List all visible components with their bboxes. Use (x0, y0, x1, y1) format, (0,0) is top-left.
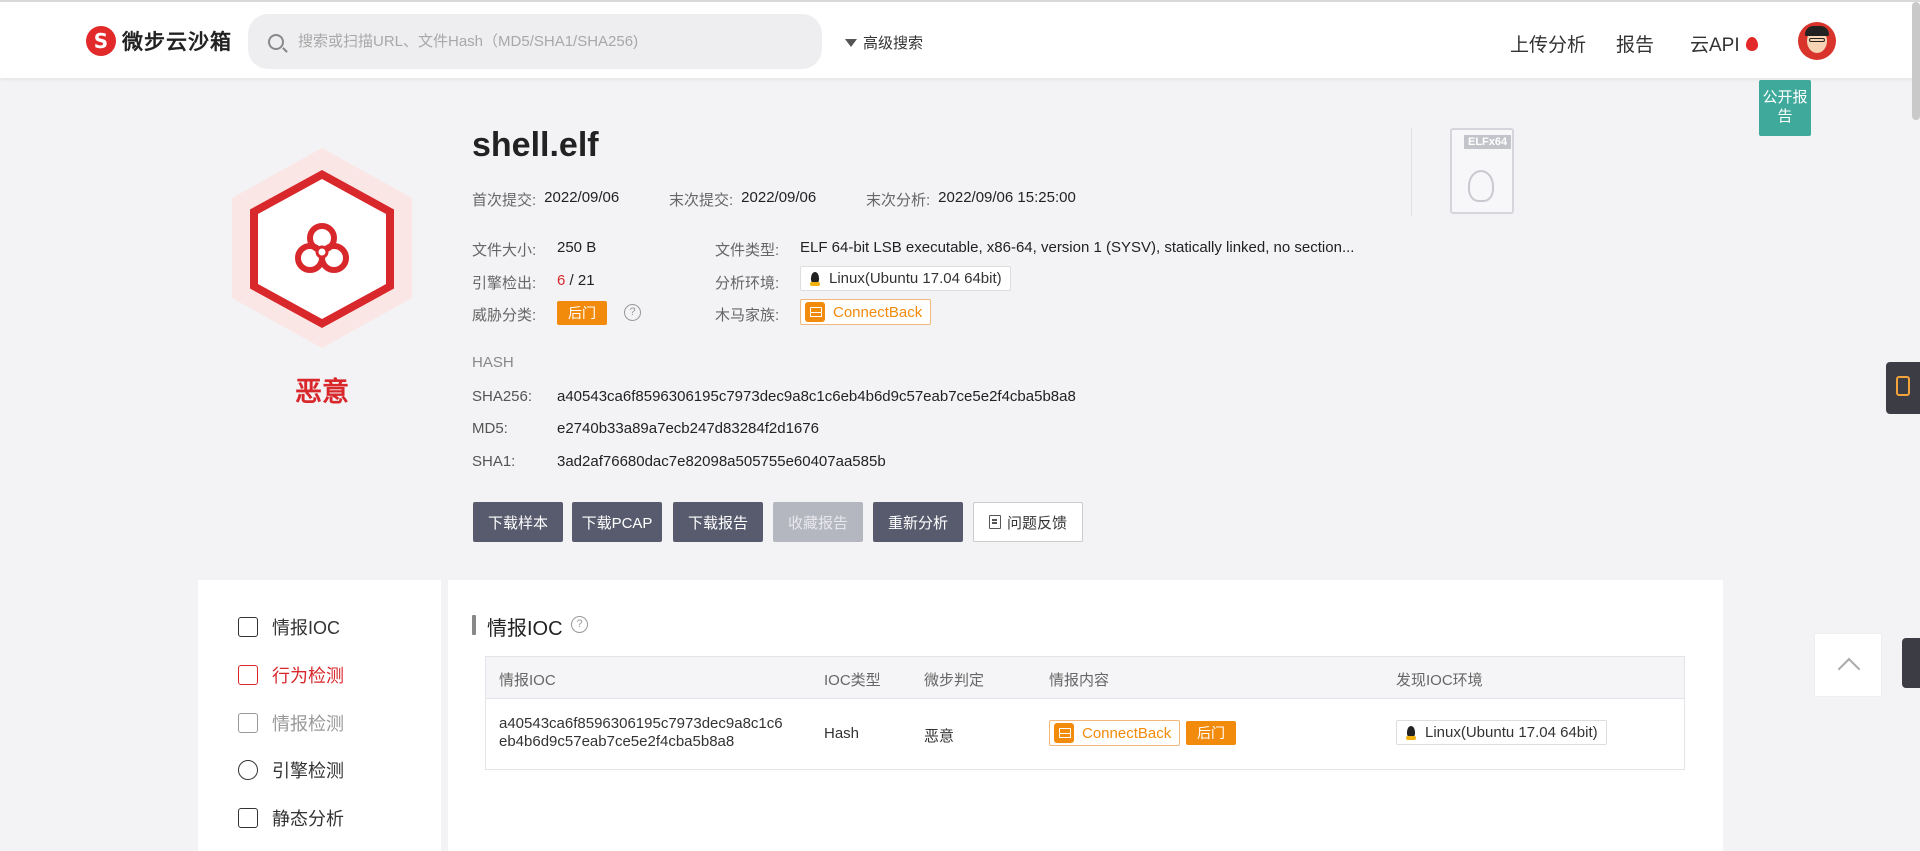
download-report-button[interactable]: 下载报告 (673, 502, 763, 542)
hash-heading: HASH (472, 354, 514, 371)
ioc-env-tag: Linux(Ubuntu 17.04 64bit) (1396, 720, 1607, 745)
help-icon[interactable]: ? (624, 304, 641, 321)
section-title: 情报IOC (487, 618, 563, 640)
sidebar-item-behavior[interactable]: 行为检测 (238, 662, 344, 688)
reanalyze-button[interactable]: 重新分析 (873, 502, 963, 542)
analysis-env-tag: Linux(Ubuntu 17.04 64bit) (800, 266, 1011, 291)
sha1-value: 3ad2af76680dac7e82098a505755e60407aa585b (557, 453, 886, 470)
ioc-value[interactable]: a40543ca6f8596306195c7973dec9a8c1c6 eb4b… (499, 715, 783, 751)
verdict-label: 恶意 (295, 377, 349, 407)
linux-icon (809, 271, 821, 286)
engine-detect-label: 引擎检出: (472, 275, 537, 292)
logo[interactable]: S 微步云沙箱 (86, 26, 232, 56)
ioc-verdict: 恶意 (924, 728, 955, 745)
file-size-label: 文件大小: (472, 242, 537, 259)
ioc-table: 情报IOC IOC类型 微步判定 情报内容 发现IOC环境 a40543ca6f… (485, 656, 1685, 770)
sha256-value: a40543ca6f8596306195c7973dec9a8c1c6eb4b6… (557, 388, 1076, 405)
file-name: shell.elf (472, 126, 599, 164)
last-analysis: 末次分析: 2022/09/06 15:25:00 (866, 189, 1076, 209)
nav-upload-analysis[interactable]: 上传分析 (1510, 30, 1586, 57)
ioc-type: Hash (824, 725, 860, 742)
help-icon[interactable]: ? (571, 616, 588, 633)
edit-icon (238, 617, 258, 637)
trojan-family-label: 木马家族: (715, 307, 780, 324)
public-report-badge[interactable]: 公开报告 (1759, 80, 1811, 136)
sha256-label: SHA256: (472, 388, 533, 405)
sidebar-item-intel-ioc[interactable]: 情报IOC (238, 614, 340, 640)
table-header: 情报IOC IOC类型 微步判定 情报内容 发现IOC环境 (486, 657, 1684, 699)
column-header: 微步判定 (924, 672, 985, 689)
feedback-button[interactable]: 问题反馈 (973, 502, 1083, 542)
page-scrollbar[interactable] (1912, 2, 1920, 120)
top-navbar: S 微步云沙箱 高级搜索 上传分析 报告 云API (0, 0, 1920, 78)
hot-icon (1745, 36, 1758, 51)
nav-cloud-api-label: 云API (1690, 35, 1740, 56)
document-icon (988, 515, 1001, 529)
logo-text: 微步云沙箱 (122, 31, 232, 54)
elf-file-icon: ELFx64 (1450, 128, 1514, 214)
back-to-top-button[interactable] (1814, 633, 1882, 697)
ioc-family-tag[interactable]: ConnectBack (1049, 720, 1181, 746)
ioc-threat-tag: 后门 (1186, 721, 1236, 745)
column-header: 情报内容 (1049, 672, 1110, 689)
logo-icon: S (86, 26, 116, 56)
column-header: 情报IOC (499, 672, 556, 689)
sidebar-item-intel-detect[interactable]: 情报检测 (238, 710, 344, 736)
table-row: a40543ca6f8596306195c7973dec9a8c1c6 eb4b… (486, 699, 1684, 769)
file-type-label: 文件类型: (715, 242, 780, 259)
linux-icon (1468, 170, 1494, 202)
question-circle-icon (238, 760, 258, 780)
file-size-value: 250 B (557, 239, 597, 256)
md5-value: e2740b33a89a7ecb247d83284f2d1676 (557, 420, 819, 437)
search-box[interactable] (248, 14, 822, 69)
floating-side-widget[interactable] (1902, 638, 1920, 688)
floating-tool-button[interactable] (1886, 362, 1920, 414)
list-icon (238, 808, 258, 828)
column-header: IOC类型 (824, 672, 881, 689)
nav-report[interactable]: 报告 (1616, 30, 1654, 57)
trojan-family-tag[interactable]: ConnectBack (800, 299, 932, 325)
advanced-search-label: 高级搜索 (863, 35, 924, 52)
last-submit: 末次提交: 2022/09/06 (669, 189, 817, 209)
engine-detect-value: 6 / 21 (557, 272, 595, 289)
threat-class-label: 威胁分类: (472, 307, 537, 324)
layers-icon (1054, 723, 1074, 743)
sidebar-item-engine[interactable]: 引擎检测 (238, 757, 344, 783)
threat-hexagon (232, 148, 412, 348)
file-type-value: ELF 64-bit LSB executable, x86-64, versi… (800, 239, 1355, 256)
filter-icon (845, 38, 857, 47)
search-input[interactable] (298, 33, 798, 50)
biohazard-icon (295, 223, 349, 273)
md5-label: MD5: (472, 420, 508, 437)
divider (1411, 128, 1412, 216)
download-sample-button[interactable]: 下载样本 (473, 502, 563, 542)
chart-icon (238, 665, 258, 685)
layout-icon (238, 713, 258, 733)
nav-cloud-api[interactable]: 云API (1690, 30, 1758, 57)
search-icon (268, 33, 284, 50)
sidebar-item-static[interactable]: 静态分析 (238, 805, 344, 831)
layers-icon (805, 302, 825, 322)
first-submit: 首次提交: 2022/09/06 (472, 189, 620, 209)
download-pcap-button[interactable]: 下载PCAP (572, 502, 662, 542)
favorite-report-button[interactable]: 收藏报告 (773, 502, 863, 542)
column-header: 发现IOC环境 (1396, 672, 1483, 689)
cup-icon (1896, 376, 1910, 396)
chevron-up-icon (1837, 657, 1861, 681)
advanced-search-link[interactable]: 高级搜索 (845, 32, 923, 53)
analysis-env-label: 分析环境: (715, 275, 780, 292)
section-bar (472, 615, 476, 635)
sha1-label: SHA1: (472, 453, 516, 470)
threat-tag: 后门 (557, 301, 607, 325)
avatar[interactable] (1798, 22, 1836, 60)
linux-icon (1405, 725, 1417, 740)
